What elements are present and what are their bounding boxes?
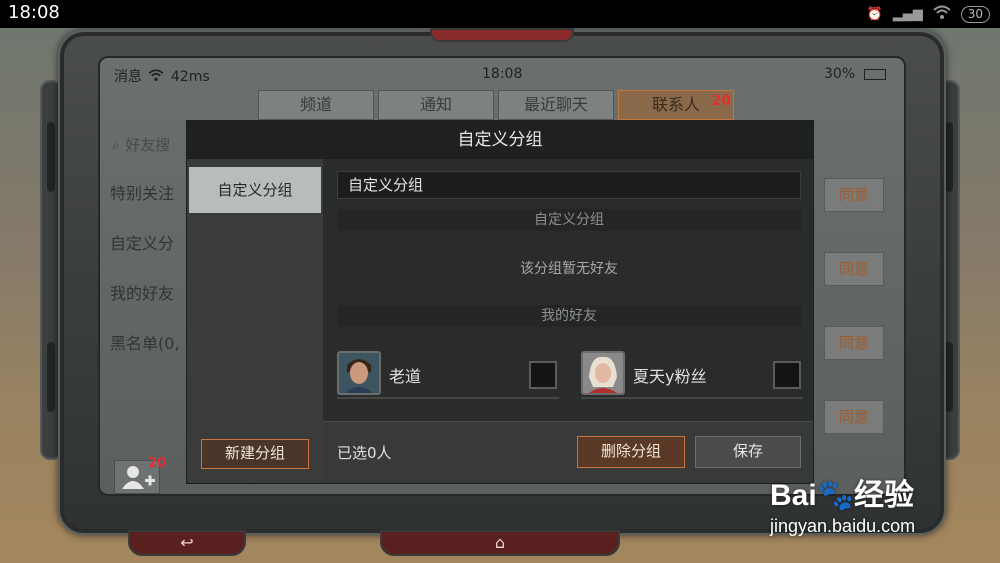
group-detail-panel: 自定义分组 自定义分组 该分组暂无好友 我的好友 老道 夏天y粉丝 已选0人 删… bbox=[323, 159, 813, 483]
friend-request-badge: 20 bbox=[148, 456, 167, 471]
tab-recent-chat[interactable]: 最近聊天 bbox=[498, 90, 614, 120]
save-button[interactable]: 保存 bbox=[695, 436, 801, 468]
dialog-footer: 已选0人 删除分组 保存 bbox=[323, 421, 813, 483]
bg-item-my-friends[interactable]: 我的好友 bbox=[110, 270, 190, 318]
dialog-title: 自定义分组 bbox=[187, 121, 813, 159]
avatar bbox=[337, 351, 381, 395]
divider bbox=[581, 397, 803, 399]
wifi-icon bbox=[933, 5, 951, 23]
section-custom-group: 自定义分组 bbox=[337, 209, 801, 231]
home-button[interactable]: ⌂ bbox=[380, 530, 620, 556]
ping-value: 42ms bbox=[170, 69, 210, 85]
back-button[interactable]: ↩ bbox=[128, 530, 246, 556]
custom-group-dialog: 自定义分组 自定义分组 新建分组 自定义分组 自定义分组 该分组暂无好友 我的好… bbox=[186, 120, 814, 484]
contact-tabs: 频道 通知 最近聊天 联系人 20 bbox=[258, 90, 734, 120]
game-clock: 18:08 bbox=[482, 66, 523, 82]
contacts-badge: 20 bbox=[711, 93, 731, 109]
phone-clock: 18:08 bbox=[8, 2, 60, 23]
section-my-friends: 我的好友 bbox=[337, 305, 801, 327]
delete-group-button[interactable]: 删除分组 bbox=[577, 436, 685, 468]
friend-select-checkbox[interactable] bbox=[529, 361, 557, 389]
search-icon: ⌕ bbox=[112, 136, 121, 154]
game-battery: 30% bbox=[824, 66, 886, 82]
agree-button[interactable]: 同意 bbox=[824, 400, 884, 434]
friend-search-input[interactable]: ⌕ 好友搜 bbox=[106, 128, 196, 162]
agree-button[interactable]: 同意 bbox=[824, 178, 884, 212]
phone-status-bar: 18:08 ⏰ ▂▄▆ 30 bbox=[0, 0, 1000, 28]
watermark-url: jingyan.baidu.com bbox=[770, 516, 916, 536]
back-arrow-icon: ↩ bbox=[180, 533, 194, 552]
bg-item-custom[interactable]: 自定义分 bbox=[110, 220, 190, 268]
selected-count: 已选0人 bbox=[337, 444, 392, 462]
group-item-custom[interactable]: 自定义分组 bbox=[189, 167, 321, 213]
battery-icon bbox=[863, 68, 886, 80]
tab-channel[interactable]: 频道 bbox=[258, 90, 374, 120]
empty-group-message: 该分组暂无好友 bbox=[520, 261, 618, 277]
home-icon: ⌂ bbox=[494, 533, 506, 552]
new-group-button[interactable]: 新建分组 bbox=[201, 439, 309, 469]
battery-indicator: 30 bbox=[960, 5, 990, 23]
bg-item-special[interactable]: 特别关注 bbox=[110, 170, 190, 218]
group-name-input[interactable]: 自定义分组 bbox=[337, 171, 801, 199]
tab-contacts[interactable]: 联系人 20 bbox=[618, 90, 734, 120]
alarm-icon: ⏰ bbox=[866, 6, 883, 22]
game-status-messages: 消息 42ms bbox=[114, 69, 210, 85]
agree-button[interactable]: 同意 bbox=[824, 252, 884, 286]
device-top-indicator bbox=[430, 28, 574, 42]
friend-name: 夏天y粉丝 bbox=[633, 367, 707, 386]
friend-name: 老道 bbox=[389, 367, 422, 386]
group-list-panel: 自定义分组 新建分组 bbox=[187, 159, 323, 483]
divider bbox=[337, 397, 559, 399]
bg-item-blacklist[interactable]: 黑名单(0, bbox=[110, 320, 190, 368]
avatar bbox=[581, 351, 625, 395]
friend-item[interactable]: 夏天y粉丝 bbox=[581, 351, 803, 399]
agree-button[interactable]: 同意 bbox=[824, 326, 884, 360]
tab-notice[interactable]: 通知 bbox=[378, 90, 494, 120]
wifi-icon bbox=[148, 69, 168, 85]
baidu-jingyan-logo: Bai🐾经验 bbox=[770, 479, 915, 512]
phone-status-icons: ⏰ ▂▄▆ 30 bbox=[867, 4, 990, 24]
friend-item[interactable]: 老道 bbox=[337, 351, 559, 399]
friend-select-checkbox[interactable] bbox=[773, 361, 801, 389]
tab-contacts-label: 联系人 bbox=[651, 95, 700, 114]
signal-icon: ▂▄▆ bbox=[892, 6, 923, 22]
